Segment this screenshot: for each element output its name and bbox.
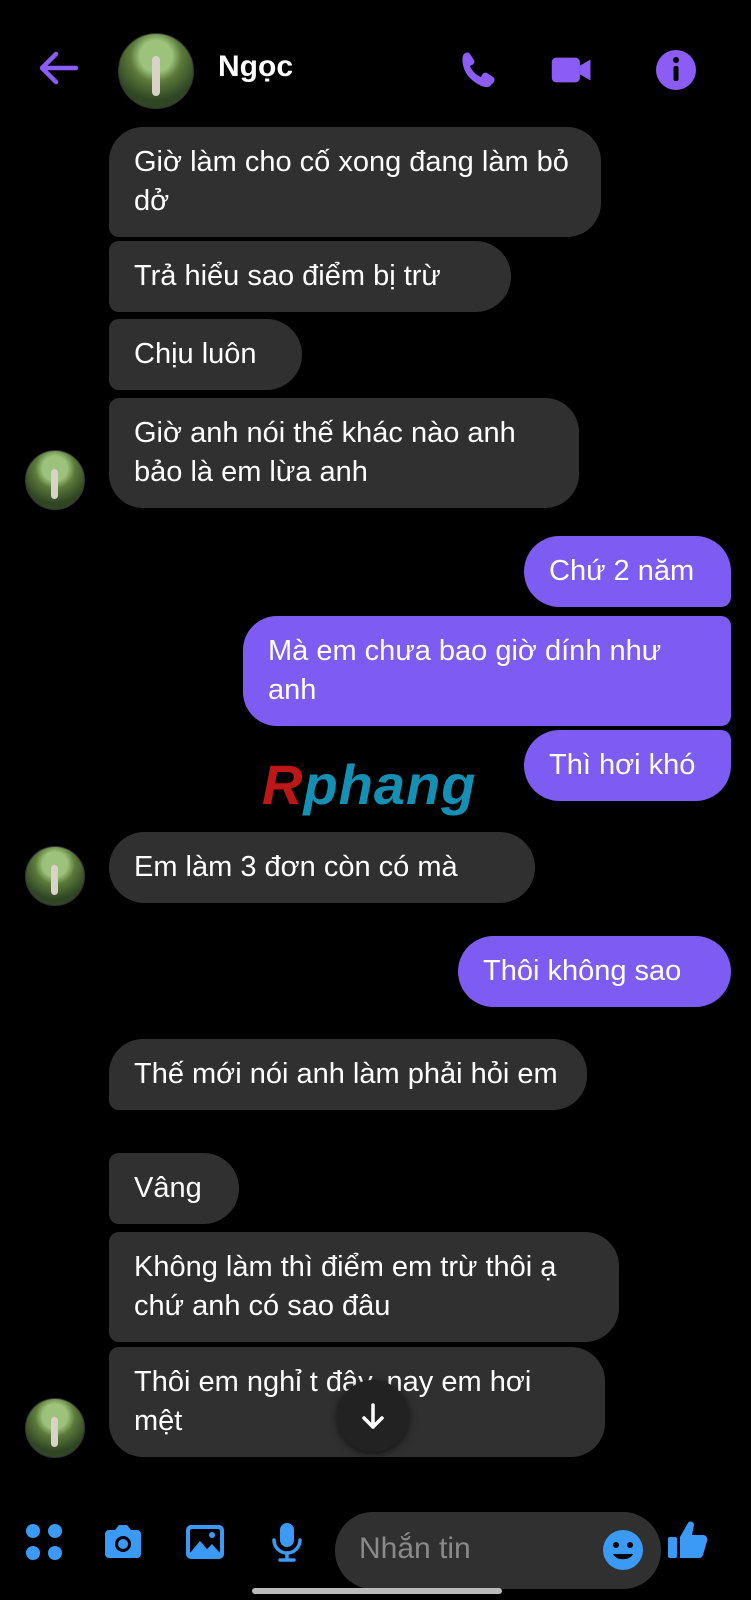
- scroll-to-bottom-button[interactable]: [337, 1380, 409, 1452]
- contact-avatar-small[interactable]: [25, 1398, 85, 1458]
- contact-avatar-small[interactable]: [25, 450, 85, 510]
- message-bubble-outgoing[interactable]: Thôi không sao: [458, 936, 731, 1007]
- message-bubble-incoming[interactable]: Em làm 3 đơn còn có mà: [109, 832, 535, 903]
- message-bubble-incoming[interactable]: Giờ anh nói thế khác nào anh bảo là em l…: [109, 398, 579, 508]
- message-input[interactable]: Nhắn tin: [335, 1512, 661, 1589]
- apps-grid-icon[interactable]: [22, 1520, 66, 1564]
- arrow-left-icon[interactable]: [36, 46, 80, 90]
- watermark-logo: Rphang: [262, 753, 477, 816]
- message-bubble-incoming[interactable]: Thế mới nói anh làm phải hỏi em: [109, 1039, 587, 1110]
- message-bubble-incoming[interactable]: Không làm thì điểm em trừ thôi ạ chứ anh…: [109, 1232, 619, 1342]
- contact-avatar[interactable]: [118, 33, 194, 109]
- thumbs-up-icon[interactable]: [666, 1518, 710, 1562]
- message-bubble-outgoing[interactable]: Chứ 2 năm: [524, 536, 731, 607]
- gallery-icon[interactable]: [183, 1520, 227, 1564]
- message-bubble-incoming[interactable]: Trả hiểu sao điểm bị trừ: [109, 241, 511, 312]
- emoji-icon[interactable]: [601, 1528, 645, 1572]
- phone-icon[interactable]: [454, 48, 498, 92]
- message-input-placeholder: Nhắn tin: [359, 1532, 471, 1565]
- message-bubble-incoming[interactable]: Giờ làm cho cố xong đang làm bỏ dở: [109, 127, 601, 237]
- conversation-header: Ngọc: [0, 0, 751, 130]
- contact-avatar-small[interactable]: [25, 846, 85, 906]
- microphone-icon[interactable]: [265, 1520, 309, 1564]
- home-indicator: [252, 1588, 502, 1594]
- arrow-down-icon: [362, 1403, 384, 1429]
- message-bubble-outgoing[interactable]: Mà em chưa bao giờ dính như anh: [243, 616, 731, 726]
- contact-name[interactable]: Ngọc: [218, 50, 293, 84]
- message-bubble-outgoing[interactable]: Thì hơi khó: [524, 730, 731, 801]
- message-bubble-incoming[interactable]: Chịu luôn: [109, 319, 302, 390]
- info-icon[interactable]: [654, 48, 698, 92]
- message-bubble-incoming[interactable]: Vâng: [109, 1153, 239, 1224]
- camera-icon[interactable]: [101, 1520, 145, 1564]
- video-camera-icon[interactable]: [550, 48, 594, 92]
